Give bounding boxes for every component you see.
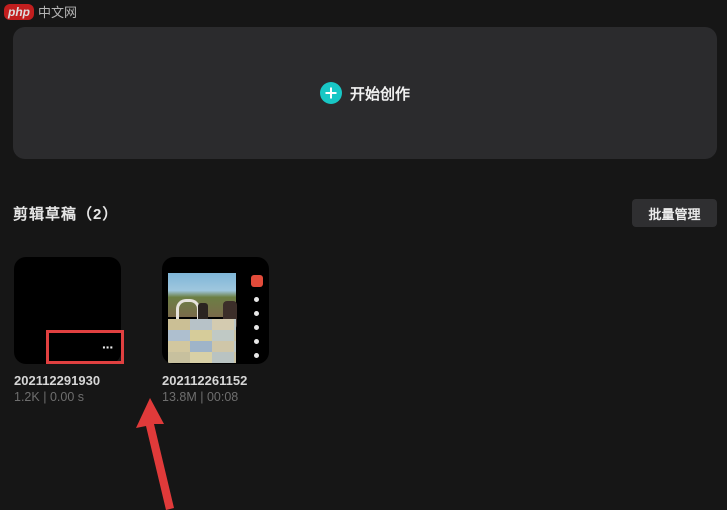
draft-size: 1.2K bbox=[14, 390, 40, 404]
draft-meta: 1.2K | 0.00 s bbox=[14, 390, 122, 404]
start-creation-label: 开始创作 bbox=[349, 85, 410, 103]
plus-circle-icon bbox=[319, 82, 342, 104]
drafts-section-title: 剪辑草稿（2） bbox=[13, 206, 119, 223]
draft-duration: 0.00 s bbox=[49, 390, 84, 404]
draft-name: 202112291930 bbox=[14, 373, 101, 388]
start-creation-content: 开始创作 bbox=[319, 82, 410, 104]
download-badge-icon bbox=[251, 275, 263, 287]
draft-name: 202112261152 bbox=[162, 373, 248, 388]
batch-manage-button[interactable]: 批量管理 bbox=[632, 199, 717, 227]
draft-thumbnail[interactable] bbox=[162, 257, 269, 364]
watermark-logo: php bbox=[4, 3, 34, 20]
annotation-arrow-icon bbox=[136, 398, 174, 510]
draft-card[interactable]: 202112261152 13.8M | 00:08 bbox=[162, 257, 270, 404]
draft-duration: 00:08 bbox=[206, 390, 239, 404]
meta-separator: | bbox=[43, 390, 47, 404]
start-creation-button[interactable]: 开始创作 bbox=[13, 27, 717, 159]
side-action-icons bbox=[251, 297, 261, 364]
video-frame-image bbox=[168, 273, 237, 332]
watermark-site-name: 中文网 bbox=[38, 5, 78, 20]
blurred-mosaic-image bbox=[168, 319, 236, 363]
annotation-highlight-box bbox=[46, 330, 124, 364]
app-window: php 中文网 开始创作 剪辑草稿（2） 批量管理 ··· 2021122919… bbox=[0, 0, 727, 510]
meta-separator: | bbox=[200, 390, 204, 404]
site-watermark: php 中文网 bbox=[4, 2, 77, 21]
